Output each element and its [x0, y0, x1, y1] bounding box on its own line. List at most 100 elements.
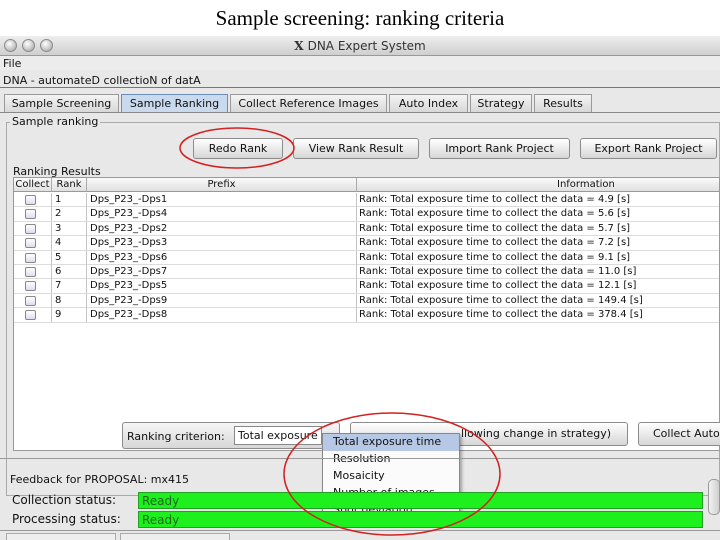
table-row[interactable]: 5 Dps_P23_-Dps6 Rank: Total exposure time …: [14, 250, 719, 265]
prefix-cell: Dps_P23_-Dps4: [87, 207, 357, 222]
feedback-divider: [0, 458, 720, 459]
information-cell: Rank: Total exposure time to collect the…: [357, 265, 719, 279]
rank-cell: 6: [52, 265, 87, 279]
bottom-tab[interactable]: [120, 533, 230, 540]
information-cell: Rank: Total exposure time to collect the…: [357, 222, 719, 236]
window-title-text: DNA Expert System: [307, 39, 426, 53]
app-window: X DNA Expert System File DNA - automateD …: [0, 36, 720, 540]
tab-strategy[interactable]: Strategy: [470, 94, 532, 112]
table-row[interactable]: 3 Dps_P23_-Dps2 Rank: Total exposure time …: [14, 221, 719, 237]
rank-cell: 5: [52, 250, 87, 265]
criterion-option-total-exposure-time[interactable]: Total exposure time: [323, 434, 459, 451]
prefix-cell: Dps_P23_-Dps2: [87, 221, 357, 236]
ranking-results-table: Collect Rank Prefix Information 1 Dps_P23…: [13, 177, 720, 451]
bottom-tab-strip: [0, 530, 720, 540]
collect-cell: [14, 193, 52, 207]
collect-checkbox[interactable]: [25, 195, 36, 205]
collect-cell: [14, 221, 52, 236]
menu-file[interactable]: File: [3, 57, 21, 70]
table-header: Collect Rank Prefix Information: [14, 178, 719, 192]
collect-strategy-button-label: llowing change in strategy): [461, 427, 612, 440]
rank-cell: 1: [52, 193, 87, 207]
table-row[interactable]: 1 Dps_P23_-Dps1 Rank: Total exposure time …: [14, 193, 719, 208]
criterion-option-resolution[interactable]: Resolution: [323, 451, 459, 468]
ranking-criterion-combo[interactable]: Total exposure time: [234, 426, 322, 445]
window-title: X DNA Expert System: [0, 39, 720, 53]
menu-bar: File: [0, 56, 720, 70]
collection-status-bar: Ready: [138, 492, 703, 509]
export-rank-project-button[interactable]: Export Rank Project: [580, 138, 717, 159]
tab-sample-ranking[interactable]: Sample Ranking: [121, 94, 228, 112]
project-label: DNA - automateD collectioN of datA: [3, 74, 201, 87]
prefix-cell: Dps_P23_-Dps1: [87, 193, 357, 207]
feedback-label: Feedback for PROPOSAL: mx415: [10, 473, 189, 486]
collect-checkbox[interactable]: [25, 310, 36, 321]
collect-cell: [14, 293, 52, 308]
rank-cell: 8: [52, 293, 87, 308]
view-rank-result-button[interactable]: View Rank Result: [293, 138, 419, 159]
collect-cell: [14, 265, 52, 279]
tab-strip-border: [0, 112, 720, 113]
table-row[interactable]: 8 Dps_P23_-Dps9 Rank: Total exposure time …: [14, 293, 719, 309]
x11-icon: X: [294, 39, 304, 53]
prefix-cell: Dps_P23_-Dps7: [87, 265, 357, 279]
import-rank-project-button[interactable]: Import Rank Project: [429, 138, 570, 159]
prefix-cell: Dps_P23_-Dps6: [87, 250, 357, 265]
information-cell: Rank: Total exposure time to collect the…: [357, 308, 719, 322]
column-header-rank[interactable]: Rank: [52, 178, 87, 192]
rank-cell: 7: [52, 279, 87, 294]
rank-cell: 2: [52, 207, 87, 222]
table-row[interactable]: 4 Dps_P23_-Dps3 Rank: Total exposure time …: [14, 236, 719, 251]
table-row[interactable]: 9 Dps_P23_-Dps8 Rank: Total exposure time …: [14, 308, 719, 323]
table-row[interactable]: 6 Dps_P23_-Dps7 Rank: Total exposure time …: [14, 265, 719, 280]
rank-cell: 9: [52, 308, 87, 323]
collect-cell: [14, 207, 52, 222]
table-row[interactable]: 2 Dps_P23_-Dps4 Rank: Total exposure time …: [14, 207, 719, 222]
window-titlebar: X DNA Expert System: [0, 36, 720, 56]
collect-checkbox[interactable]: [25, 295, 36, 306]
redo-rank-button[interactable]: Redo Rank: [193, 138, 283, 159]
information-cell: Rank: Total exposure time to collect the…: [357, 207, 719, 221]
tab-results[interactable]: Results: [534, 94, 592, 112]
collect-cell: [14, 279, 52, 294]
prefix-cell: Dps_P23_-Dps5: [87, 279, 357, 294]
information-cell: Rank: Total exposure time to collect the…: [357, 279, 719, 293]
criterion-option-mosaicity[interactable]: Mosaicity: [323, 468, 459, 485]
table-row[interactable]: 7 Dps_P23_-Dps5 Rank: Total exposure time …: [14, 279, 719, 294]
slide-title: Sample screening: ranking criteria: [215, 6, 505, 30]
collect-checkbox[interactable]: [25, 223, 36, 234]
collect-checkbox[interactable]: [25, 252, 36, 263]
feedback-scrollbar[interactable]: [708, 479, 720, 515]
column-header-prefix[interactable]: Prefix: [87, 178, 357, 192]
rank-cell: 4: [52, 236, 87, 251]
prefix-cell: Dps_P23_-Dps3: [87, 236, 357, 251]
collect-cell: [14, 308, 52, 323]
processing-status-value: Ready: [142, 513, 180, 527]
collect-checkbox[interactable]: [25, 267, 36, 277]
information-cell: Rank: Total exposure time to collect the…: [357, 294, 719, 308]
tab-auto-index[interactable]: Auto Index: [389, 94, 468, 112]
information-cell: Rank: Total exposure time to collect the…: [357, 236, 719, 250]
divider: [0, 87, 720, 88]
sample-ranking-panel-label: Sample ranking: [10, 115, 101, 128]
collect-auto-button[interactable]: Collect Auto: [638, 422, 720, 446]
collect-checkbox[interactable]: [25, 281, 36, 292]
processing-status-bar: Ready: [138, 511, 703, 528]
column-header-collect[interactable]: Collect: [14, 178, 52, 192]
collection-status-label: Collection status:: [12, 493, 117, 507]
column-header-information[interactable]: Information: [357, 178, 719, 192]
rank-cell: 3: [52, 221, 87, 236]
information-cell: Rank: Total exposure time to collect the…: [357, 251, 719, 265]
collect-cell: [14, 250, 52, 265]
bottom-tab[interactable]: [6, 533, 116, 540]
collection-status-value: Ready: [142, 494, 180, 508]
ranking-criterion-label: Ranking criterion:: [127, 430, 225, 443]
collect-checkbox[interactable]: [25, 209, 36, 220]
prefix-cell: Dps_P23_-Dps9: [87, 293, 357, 308]
information-cell: Rank: Total exposure time to collect the…: [357, 193, 719, 207]
collect-cell: [14, 236, 52, 251]
prefix-cell: Dps_P23_-Dps8: [87, 308, 357, 323]
tab-collect-reference-images[interactable]: Collect Reference Images: [230, 94, 387, 112]
collect-checkbox[interactable]: [25, 238, 36, 249]
tab-sample-screening[interactable]: Sample Screening: [4, 94, 119, 112]
